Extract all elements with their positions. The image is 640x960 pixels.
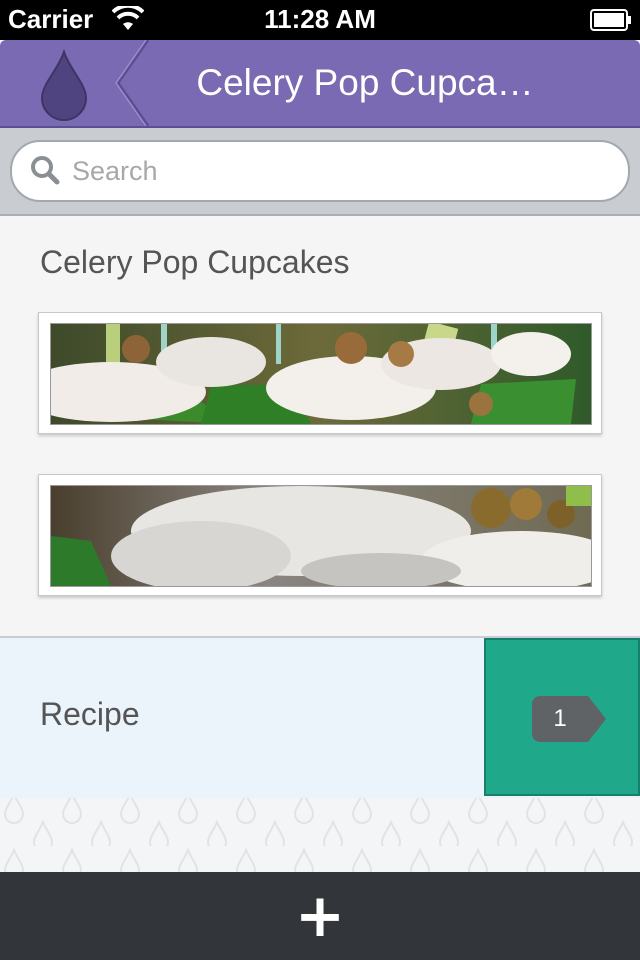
search-input[interactable] [70,150,614,192]
bottom-toolbar: + [0,872,640,960]
count-badge: 1 [532,696,606,742]
back-button[interactable] [0,39,150,127]
count-cell[interactable]: 1 [484,638,640,796]
status-bar: Carrier 11:28 AM [0,0,640,40]
battery-icon [590,9,632,36]
search-bar [0,128,640,216]
add-button[interactable]: + [280,886,360,946]
navigation-bar: Celery Pop Cupca… [0,39,640,128]
search-icon [30,155,60,190]
page-title: Celery Pop Cupca… [196,62,534,103]
section-label: Recipe [40,696,140,732]
photo-frame[interactable] [38,474,602,596]
cupcake-photo-1 [50,323,592,425]
drop-pattern-background [0,798,640,872]
drop-icon [40,39,150,127]
search-field[interactable] [10,140,630,202]
photo-frame[interactable] [38,312,602,434]
recipe-content: Celery Pop Cupcakes [0,216,640,636]
recipe-section-row[interactable]: Recipe 1 [0,636,640,800]
cupcake-photo-2 [50,485,592,587]
clock: 11:28 AM [264,4,376,34]
recipe-title: Celery Pop Cupcakes [40,244,350,280]
